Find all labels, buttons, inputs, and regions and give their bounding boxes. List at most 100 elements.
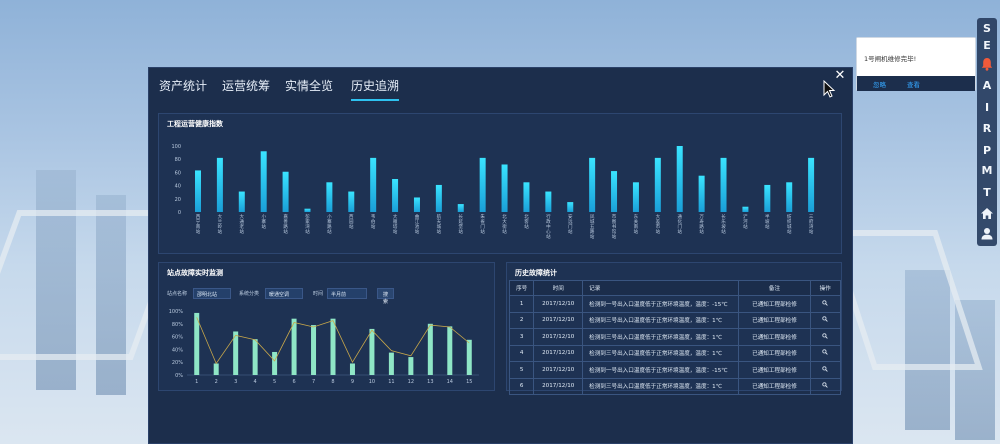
- fault-bar: [369, 328, 375, 375]
- x-tick-char: 站: [415, 228, 420, 235]
- search-icon[interactable]: [822, 382, 828, 388]
- y-tick-label: 0%: [175, 373, 183, 379]
- time-select[interactable]: 半月前: [327, 288, 367, 299]
- x-tick-char: 善: [283, 218, 288, 225]
- health-bar: [632, 182, 639, 212]
- row-note: 已通知工程部检修: [738, 328, 811, 346]
- tab-history[interactable]: 历史追溯: [351, 77, 400, 101]
- health-bar: [589, 157, 596, 212]
- x-tick-char: 站: [261, 223, 266, 230]
- x-tick-char: 站: [459, 228, 464, 235]
- health-bar: [501, 164, 508, 212]
- tab-bar: 资产统计 运营统筹 实情全览 历史追溯: [149, 68, 852, 104]
- y-tick-label: 100%: [169, 309, 184, 315]
- x-tick-label: 彭家湾站: [305, 213, 310, 235]
- health-bar: [567, 202, 574, 212]
- search-icon[interactable]: [822, 300, 828, 306]
- x-tick-char: 家: [305, 218, 310, 225]
- ignore-button[interactable]: 忽略: [873, 79, 886, 89]
- fault-bar: [427, 323, 433, 375]
- x-tick-char: 浐: [743, 213, 748, 220]
- x-tick-label: 北客站: [524, 213, 529, 230]
- rail-item-m[interactable]: M: [977, 161, 997, 181]
- row-record: 检测到一号出入口温度低于正常环境温度，温度：-15℃: [582, 361, 740, 379]
- search-button[interactable]: 搜索: [377, 288, 395, 305]
- x-tick-label: 5: [273, 379, 276, 385]
- rail-item-p[interactable]: P: [977, 141, 997, 161]
- x-tick-char: 伯: [371, 218, 376, 225]
- x-tick-label: 小寨站: [261, 213, 266, 230]
- x-tick-label: 通化门站: [677, 213, 682, 235]
- row-note: 已通知工程部检修: [738, 311, 811, 329]
- x-tick-char: 书: [612, 223, 617, 230]
- system-label: 系统分类: [239, 291, 260, 297]
- row-action: [809, 361, 842, 379]
- y-tick-label: 40%: [172, 347, 183, 353]
- fault-bar: [252, 339, 258, 375]
- user-icon[interactable]: [977, 224, 997, 244]
- table-row: 4 2017/12/10 检测到三号出入口温度低于正常环境温度，温度：1℃ 已通知工程…: [508, 344, 842, 362]
- tab-overview[interactable]: 实情全览: [285, 77, 333, 99]
- x-tick-label: 韦伯站: [371, 214, 376, 230]
- row-action: [809, 377, 842, 395]
- site-label: 站点名称: [167, 291, 188, 297]
- row-id: 5: [508, 361, 535, 379]
- notification-message: 1号闸机维修完毕!: [864, 55, 917, 63]
- system-select[interactable]: 暖通空调: [265, 288, 303, 299]
- x-tick-char: 坡: [721, 223, 726, 230]
- search-icon[interactable]: [822, 316, 828, 322]
- x-tick-char: 兰: [218, 218, 223, 225]
- health-bar: [676, 146, 683, 212]
- fault-monitor-panel: 站点故障实时监测 站点名称 邵明北站 系统分类 暖通空调 时间 半月前 搜索 0…: [158, 262, 495, 391]
- health-index-chart: 020406080100西宁南站大兰岭站大通老站小寨站嘉善路站彭家湾站小寨路站西…: [171, 144, 815, 240]
- x-tick-char: 南: [634, 223, 639, 230]
- health-bar: [238, 191, 245, 212]
- x-tick-char: 乐: [721, 218, 726, 225]
- site-select[interactable]: 邵明北站: [193, 288, 231, 299]
- health-bar: [282, 171, 289, 212]
- rail-item-e[interactable]: E: [977, 36, 997, 56]
- health-bar: [479, 157, 486, 212]
- rail-item-a[interactable]: A: [977, 76, 997, 96]
- x-tick-char: 小: [327, 213, 332, 220]
- x-tick-char: 路: [590, 228, 595, 235]
- rail-item-r[interactable]: R: [977, 119, 997, 139]
- rail-item-t[interactable]: T: [977, 183, 997, 203]
- x-tick-label: 西园站: [349, 214, 354, 230]
- health-bar: [698, 175, 705, 212]
- x-tick-char: 城: [590, 218, 595, 225]
- history-modal: 资产统计 运营统筹 实情全览 历史追溯 ✕ 工程运营健康指数 0 20 40 60 80…: [148, 67, 853, 444]
- x-tick-char: 寨: [327, 218, 332, 225]
- y-tick-label: 40: [175, 184, 181, 190]
- x-tick-char: 池: [415, 223, 420, 230]
- x-tick-char: 站: [371, 223, 376, 230]
- rail-item-i[interactable]: I: [977, 98, 997, 118]
- health-bar: [611, 171, 618, 212]
- view-button[interactable]: 查看: [907, 79, 920, 89]
- time-label: 时间: [313, 291, 324, 297]
- tab-asset-stats[interactable]: 资产统计: [159, 77, 207, 99]
- x-tick-char: 站: [656, 228, 661, 235]
- y-tick-label: 20%: [172, 360, 183, 366]
- row-record: 检测到三号出入口温度低于正常环境温度，温度：1℃: [582, 377, 740, 395]
- x-tick-label: 大通老站: [240, 213, 245, 235]
- x-tick-label: 纺织城站: [787, 213, 792, 235]
- home-icon[interactable]: [977, 204, 997, 224]
- tab-operations[interactable]: 运营统筹: [222, 77, 270, 99]
- x-tick-char: 街: [502, 223, 507, 230]
- x-tick-label: 朱雀门站: [480, 213, 485, 235]
- bell-icon[interactable]: [977, 54, 997, 74]
- x-tick-char: 通: [240, 218, 245, 225]
- table-row: 6 2017/12/10 检测到三号出入口温度低于正常环境温度，温度：1℃ 已通知工程…: [508, 377, 842, 395]
- search-icon[interactable]: [822, 366, 828, 372]
- health-bar: [808, 157, 815, 212]
- y-tick-label: 60%: [172, 335, 183, 341]
- health-bar: [786, 182, 793, 212]
- x-tick-char: 站: [283, 228, 288, 235]
- search-icon[interactable]: [822, 349, 828, 355]
- search-icon[interactable]: [822, 333, 828, 339]
- fault-bar: [272, 351, 278, 375]
- table-header-row: 序号 时间 记录 备注 操作: [508, 280, 842, 296]
- x-tick-char: 远: [568, 218, 573, 225]
- health-bar: [392, 179, 399, 212]
